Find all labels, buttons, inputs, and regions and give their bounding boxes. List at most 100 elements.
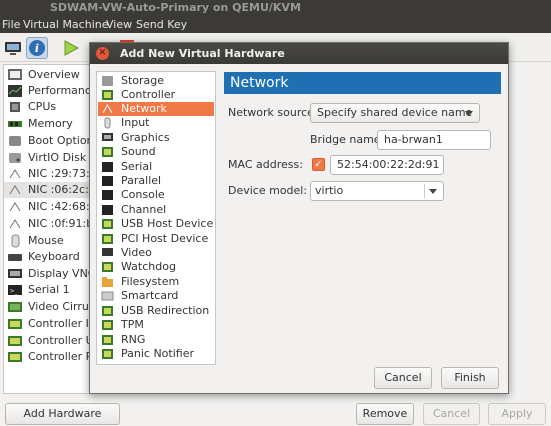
- mac-address-checkbox[interactable]: ✓: [312, 158, 325, 171]
- window-title: SDWAM-VW-Auto-Primary on QEMU/KVM: [50, 1, 301, 14]
- hw-item-label: Channel: [121, 203, 167, 216]
- hw-item-input[interactable]: Input: [98, 116, 214, 130]
- remove-button[interactable]: Remove: [356, 403, 414, 425]
- hw-item-graphics[interactable]: Graphics: [98, 131, 214, 145]
- add-hardware-button[interactable]: Add Hardware: [5, 403, 120, 425]
- cancel-button[interactable]: Cancel: [423, 403, 480, 425]
- sidebar-item-nic-1[interactable]: NIC :29:73:22: [4, 166, 90, 182]
- panel-heading: Network: [224, 72, 501, 94]
- sidebar-item-nic-4[interactable]: NIC :0f:91:b4: [4, 216, 89, 232]
- hw-item-usb-redirection[interactable]: USB Redirection: [98, 304, 214, 318]
- sidebar-item-overview[interactable]: Overview: [4, 67, 89, 83]
- hw-item-parallel[interactable]: Parallel: [98, 174, 214, 188]
- sidebar-item-label: NIC :29:73:22: [28, 167, 90, 180]
- sidebar-item-mouse[interactable]: Mouse: [4, 233, 89, 249]
- menu-bar: File Virtual Machine View Send Key: [0, 16, 551, 33]
- mouse-icon: [7, 234, 23, 248]
- hw-item-network[interactable]: Network: [98, 102, 214, 116]
- controller-icon: [7, 350, 23, 364]
- menu-file[interactable]: File: [2, 16, 20, 33]
- hw-item-sound[interactable]: Sound: [98, 145, 214, 159]
- dialog-title: Add New Virtual Hardware: [120, 47, 285, 60]
- vm-hardware-list: Overview Performance CPUs Memory Boot Op…: [3, 64, 90, 394]
- info-icon[interactable]: i: [26, 37, 48, 59]
- sidebar-item-controller-pci[interactable]: Controller PCI: [4, 349, 89, 365]
- sidebar-item-nic-2[interactable]: NIC :06:2c:64: [4, 182, 89, 198]
- sidebar-item-label: NIC :42:68:b5: [28, 200, 90, 213]
- apply-button[interactable]: Apply: [488, 403, 546, 425]
- bridge-name-field[interactable]: ha-brwan1: [377, 130, 491, 150]
- mac-address-field[interactable]: 52:54:00:22:2d:91: [330, 155, 444, 175]
- sidebar-item-cpus[interactable]: CPUs: [4, 99, 89, 115]
- hw-item-pci-host-device[interactable]: PCI Host Device: [98, 232, 214, 246]
- hw-item-tpm[interactable]: TPM: [98, 318, 214, 332]
- serial-icon: >_: [7, 283, 23, 297]
- sidebar-item-label: CPUs: [28, 100, 57, 113]
- menu-send-key[interactable]: Send Key: [136, 16, 187, 33]
- rng-icon: [101, 334, 114, 346]
- dialog-cancel-button[interactable]: Cancel: [374, 367, 432, 389]
- sidebar-item-label: Controller USB: [28, 334, 89, 347]
- sidebar-item-display-vnc[interactable]: Display VNC: [4, 266, 90, 282]
- hw-item-label: Network: [121, 102, 167, 115]
- hw-item-watchdog[interactable]: Watchdog: [98, 260, 214, 274]
- nic-icon: [7, 217, 23, 231]
- play-icon[interactable]: [60, 37, 82, 59]
- overview-icon: [7, 68, 23, 82]
- tpm-icon: [101, 319, 114, 331]
- sidebar-item-video-cirrus[interactable]: Video Cirrus: [4, 299, 90, 315]
- hw-item-usb-host-device[interactable]: USB Host Device: [98, 217, 214, 231]
- hw-item-label: USB Redirection: [121, 304, 210, 317]
- sidebar-item-label: Display VNC: [28, 267, 90, 280]
- sidebar-item-controller-usb[interactable]: Controller USB: [4, 333, 89, 349]
- sidebar-item-label: NIC :0f:91:b4: [28, 217, 89, 230]
- monitor-icon[interactable]: [2, 37, 24, 59]
- sidebar-item-virtio-disk[interactable]: VirtIO Disk 1: [4, 150, 89, 166]
- hw-item-label: Parallel: [121, 174, 162, 187]
- sidebar-item-performance[interactable]: Performance: [4, 83, 89, 99]
- network-source-label: Network source:: [228, 106, 318, 119]
- close-icon[interactable]: ✕: [96, 47, 109, 60]
- menu-virtual-machine[interactable]: Virtual Machine: [23, 16, 109, 33]
- sidebar-item-nic-3[interactable]: NIC :42:68:b5: [4, 199, 90, 215]
- sidebar-item-label: Controller PCI: [28, 350, 89, 363]
- controller-icon: [7, 334, 23, 348]
- sidebar-item-label: NIC :06:2c:64: [28, 183, 89, 196]
- hw-item-label: Sound: [121, 145, 156, 158]
- dialog-titlebar: ✕ Add New Virtual Hardware: [90, 43, 508, 64]
- hw-item-controller[interactable]: Controller: [98, 88, 214, 102]
- window-titlebar: SDWAM-VW-Auto-Primary on QEMU/KVM: [0, 0, 551, 16]
- smartcard-icon: [101, 290, 114, 302]
- sidebar-item-serial[interactable]: >_ Serial 1: [4, 282, 89, 298]
- hw-item-channel[interactable]: Channel: [98, 203, 214, 217]
- controller-icon: [7, 317, 23, 331]
- network-icon: [101, 103, 114, 115]
- device-model-select[interactable]: virtio: [310, 181, 444, 201]
- hw-item-label: USB Host Device: [121, 217, 214, 230]
- mac-address-value: 52:54:00:22:2d:91: [337, 158, 440, 171]
- hw-item-label: Graphics: [121, 131, 170, 144]
- add-hardware-dialog: ✕ Add New Virtual Hardware Storage Contr…: [89, 42, 509, 394]
- hw-item-storage[interactable]: Storage: [98, 74, 214, 88]
- hw-item-serial[interactable]: Serial: [98, 160, 214, 174]
- hw-item-label: TPM: [121, 318, 144, 331]
- hw-item-video[interactable]: Video: [98, 246, 214, 260]
- hw-item-smartcard[interactable]: Smartcard: [98, 289, 214, 303]
- hw-item-console[interactable]: Console: [98, 188, 214, 202]
- sidebar-item-label: Mouse: [28, 234, 64, 247]
- sidebar-item-label: Boot Options: [28, 134, 89, 147]
- svg-text:i: i: [35, 42, 39, 55]
- sidebar-item-controller-ide[interactable]: Controller IDE: [4, 316, 89, 332]
- svg-text:>_: >_: [10, 287, 19, 295]
- sidebar-item-boot-options[interactable]: Boot Options: [4, 133, 89, 149]
- menu-view[interactable]: View: [106, 16, 132, 33]
- sidebar-item-label: Video Cirrus: [28, 300, 90, 313]
- network-source-select[interactable]: Specify shared device name: [310, 103, 480, 123]
- input-icon: [101, 117, 114, 129]
- hw-item-rng[interactable]: RNG: [98, 333, 214, 347]
- sidebar-item-keyboard[interactable]: Keyboard: [4, 249, 89, 265]
- hw-item-filesystem[interactable]: Filesystem: [98, 275, 214, 289]
- finish-button[interactable]: Finish: [441, 367, 499, 389]
- hw-item-panic-notifier[interactable]: Panic Notifier: [98, 347, 214, 361]
- sidebar-item-memory[interactable]: Memory: [4, 116, 89, 132]
